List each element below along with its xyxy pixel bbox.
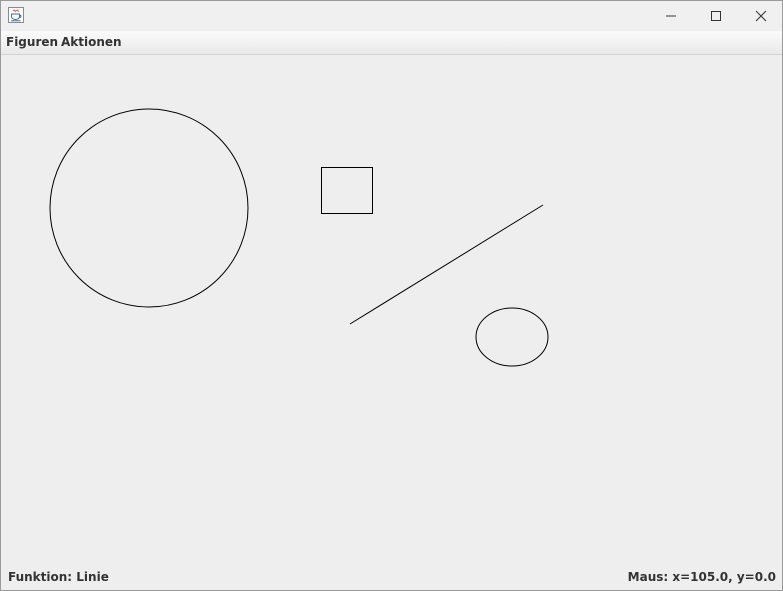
title-bar[interactable] (1, 1, 782, 31)
close-icon (755, 7, 767, 26)
drawing-canvas[interactable] (1, 55, 782, 565)
close-button[interactable] (738, 1, 782, 31)
mouse-coordinates: Maus: x=105.0, y=0.0 (627, 570, 776, 584)
function-status: Funktion: Linie (8, 570, 109, 584)
maximize-button[interactable] (693, 1, 739, 31)
minimize-icon (665, 7, 677, 26)
menu-figuren[interactable]: Figuren (1, 31, 63, 54)
drawn-circle (49, 108, 249, 308)
drawn-ellipse (475, 307, 549, 367)
menu-bar: Figuren Aktionen (1, 31, 782, 55)
drawn-line (349, 204, 544, 325)
java-coffee-cup-icon[interactable] (8, 7, 24, 23)
status-bar: Funktion: Linie Maus: x=105.0, y=0.0 (1, 565, 782, 590)
maximize-icon (710, 7, 722, 26)
menu-aktionen[interactable]: Aktionen (56, 31, 127, 54)
app-window: Figuren Aktionen Funktion: Linie Maus: x… (0, 0, 783, 591)
drawn-rectangle (321, 167, 373, 214)
minimize-button[interactable] (648, 1, 694, 31)
